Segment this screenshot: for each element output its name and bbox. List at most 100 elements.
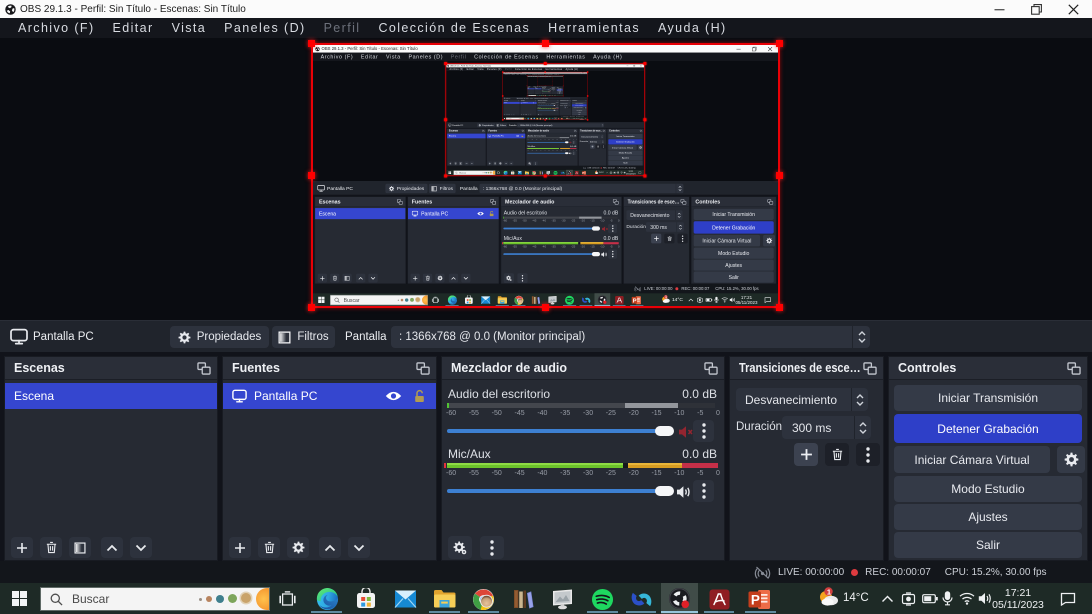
notification-center-icon[interactable] bbox=[1060, 592, 1076, 606]
speaker-icon[interactable] bbox=[676, 485, 692, 499]
capture-source-selection[interactable]: OBS 29.1.3 - Perfil: Sin Título - Escena… bbox=[308, 40, 783, 311]
resize-handle-w[interactable] bbox=[308, 172, 315, 179]
add-source-button[interactable] bbox=[229, 537, 251, 558]
minimize-button[interactable] bbox=[981, 0, 1018, 18]
source-up-button[interactable] bbox=[319, 537, 341, 558]
menu-editar[interactable]: Editar bbox=[104, 21, 163, 35]
taskbar-app-calibre[interactable] bbox=[511, 587, 535, 611]
taskbar-app-store[interactable] bbox=[354, 587, 378, 611]
source-item-pantalla-pc[interactable]: Pantalla PC bbox=[223, 383, 436, 409]
channel-options-button[interactable] bbox=[693, 420, 714, 442]
properties-button[interactable]: Propiedades bbox=[170, 326, 269, 348]
menu-coleccion-escenas[interactable]: Colección de Escenas bbox=[369, 21, 539, 35]
menu-bar: Archivo (F) Editar Vista Paneles (D) Per… bbox=[0, 18, 1092, 38]
channel-level: 0.0 dB bbox=[682, 387, 717, 401]
taskbar-app-obs-active[interactable] bbox=[661, 583, 698, 614]
temperature-label[interactable]: 14°C bbox=[843, 592, 869, 604]
file-explorer-icon bbox=[433, 590, 455, 608]
resize-handle-sw[interactable] bbox=[308, 304, 315, 311]
display-select-spinner[interactable] bbox=[852, 326, 870, 348]
popout-icon[interactable] bbox=[197, 362, 211, 375]
weather-icon[interactable]: 1 bbox=[818, 587, 840, 608]
scene-item-escena[interactable]: Escena bbox=[5, 383, 217, 409]
channel-options-button[interactable] bbox=[693, 480, 714, 502]
volume-slider[interactable] bbox=[447, 426, 674, 436]
resize-handle-se[interactable] bbox=[776, 304, 783, 311]
display-property-label: Pantalla bbox=[345, 331, 387, 343]
taskbar-app-edge[interactable] bbox=[315, 587, 339, 611]
taskbar-app-uniconverter[interactable] bbox=[629, 587, 653, 611]
close-button[interactable] bbox=[1055, 0, 1092, 18]
source-properties-button[interactable] bbox=[287, 537, 309, 558]
remove-source-button[interactable] bbox=[258, 537, 280, 558]
taskbar-search-box[interactable]: Buscar bbox=[40, 587, 270, 611]
desktop-screen: OBS 29.1.3 - Perfil: Sin Título - Escena… bbox=[446, 64, 645, 176]
add-transition-button[interactable] bbox=[794, 443, 818, 466]
settings-button[interactable]: Ajustes bbox=[894, 504, 1082, 530]
taskbar-app-file-explorer[interactable] bbox=[432, 587, 456, 611]
taskbar-app-powerpoint[interactable]: P bbox=[747, 587, 771, 611]
menu-herramientas[interactable]: Herramientas bbox=[539, 21, 649, 35]
visibility-eye-icon[interactable] bbox=[385, 390, 402, 402]
taskbar-app-acrobat[interactable] bbox=[707, 587, 731, 611]
lock-open-icon[interactable] bbox=[413, 389, 426, 403]
menu-ayuda[interactable]: Ayuda (H) bbox=[649, 21, 736, 35]
scene-up-button[interactable] bbox=[101, 537, 123, 558]
transition-select[interactable]: Desvanecimiento bbox=[736, 388, 868, 411]
duration-spinbox[interactable]: 300 ms bbox=[782, 416, 871, 439]
exit-button[interactable]: Salir bbox=[894, 532, 1082, 558]
virtual-camera-settings-button[interactable] bbox=[1057, 446, 1085, 473]
start-button[interactable] bbox=[11, 590, 28, 607]
scene-filters-button[interactable] bbox=[69, 537, 91, 558]
resize-handle-ne[interactable] bbox=[776, 40, 783, 47]
resize-handle-e[interactable] bbox=[776, 172, 783, 179]
duration-value: 300 ms bbox=[792, 420, 832, 435]
taskbar-app-mail[interactable] bbox=[393, 587, 417, 611]
studio-mode-button[interactable]: Modo Estudio bbox=[894, 476, 1082, 502]
popout-icon[interactable] bbox=[704, 362, 718, 375]
transition-select-spinner[interactable] bbox=[851, 388, 868, 411]
display-select[interactable]: : 1366x768 @ 0.0 (Monitor principal) bbox=[391, 326, 870, 348]
remove-transition-button[interactable] bbox=[825, 443, 849, 466]
volume-slider[interactable] bbox=[447, 486, 674, 496]
meter-tick: -35 bbox=[560, 410, 571, 417]
tray-microphone-icon[interactable] bbox=[942, 591, 953, 606]
tray-battery-icon[interactable] bbox=[922, 593, 938, 604]
scene-down-button[interactable] bbox=[130, 537, 152, 558]
task-view-button[interactable] bbox=[275, 587, 299, 611]
transition-options-button[interactable] bbox=[856, 443, 880, 466]
filters-button[interactable]: Filtros bbox=[272, 326, 335, 348]
resize-handle-nw[interactable] bbox=[308, 40, 315, 47]
stop-recording-button[interactable]: Detener Grabación bbox=[894, 414, 1082, 443]
start-virtual-camera-button[interactable]: Iniciar Cámara Virtual bbox=[894, 446, 1050, 473]
add-scene-button[interactable] bbox=[11, 537, 33, 558]
menu-paneles[interactable]: Paneles (D) bbox=[215, 21, 314, 35]
source-down-button[interactable] bbox=[348, 537, 370, 558]
tray-chevron-up-icon[interactable] bbox=[881, 595, 894, 603]
remove-scene-button[interactable] bbox=[40, 537, 62, 558]
menu-perfil[interactable]: Perfil bbox=[315, 21, 370, 35]
menu-archivo[interactable]: Archivo (F) bbox=[9, 21, 104, 35]
menu-vista[interactable]: Vista bbox=[163, 21, 216, 35]
status-items: LIVE: 00:00:00 REC: 00:00:07 CPU: 15.2%,… bbox=[754, 561, 1047, 583]
search-highlight-image bbox=[197, 588, 269, 610]
tray-snip-icon[interactable] bbox=[901, 592, 916, 606]
popout-icon[interactable] bbox=[863, 362, 877, 375]
restore-button[interactable] bbox=[1018, 0, 1055, 18]
volume-slider-handle[interactable] bbox=[655, 426, 674, 436]
resize-handle-s[interactable] bbox=[542, 304, 549, 311]
resize-handle-n[interactable] bbox=[542, 40, 549, 47]
advanced-audio-button[interactable] bbox=[448, 536, 472, 559]
duration-spinner[interactable] bbox=[854, 416, 871, 439]
tray-clock[interactable]: 17:21 05/11/2023 bbox=[985, 587, 1051, 611]
start-streaming-button[interactable]: Iniciar Transmisión bbox=[894, 385, 1082, 411]
taskbar-app-spotify[interactable] bbox=[590, 587, 614, 611]
tray-wifi-icon[interactable] bbox=[959, 592, 975, 605]
volume-slider-handle[interactable] bbox=[655, 486, 674, 496]
taskbar-app-photo-viewer[interactable] bbox=[550, 587, 574, 611]
popout-icon[interactable] bbox=[1067, 362, 1081, 375]
taskbar-app-chrome[interactable] bbox=[471, 587, 495, 611]
mixer-options-button[interactable] bbox=[480, 536, 504, 559]
popout-icon[interactable] bbox=[416, 362, 430, 375]
muted-speaker-icon[interactable] bbox=[678, 425, 694, 439]
